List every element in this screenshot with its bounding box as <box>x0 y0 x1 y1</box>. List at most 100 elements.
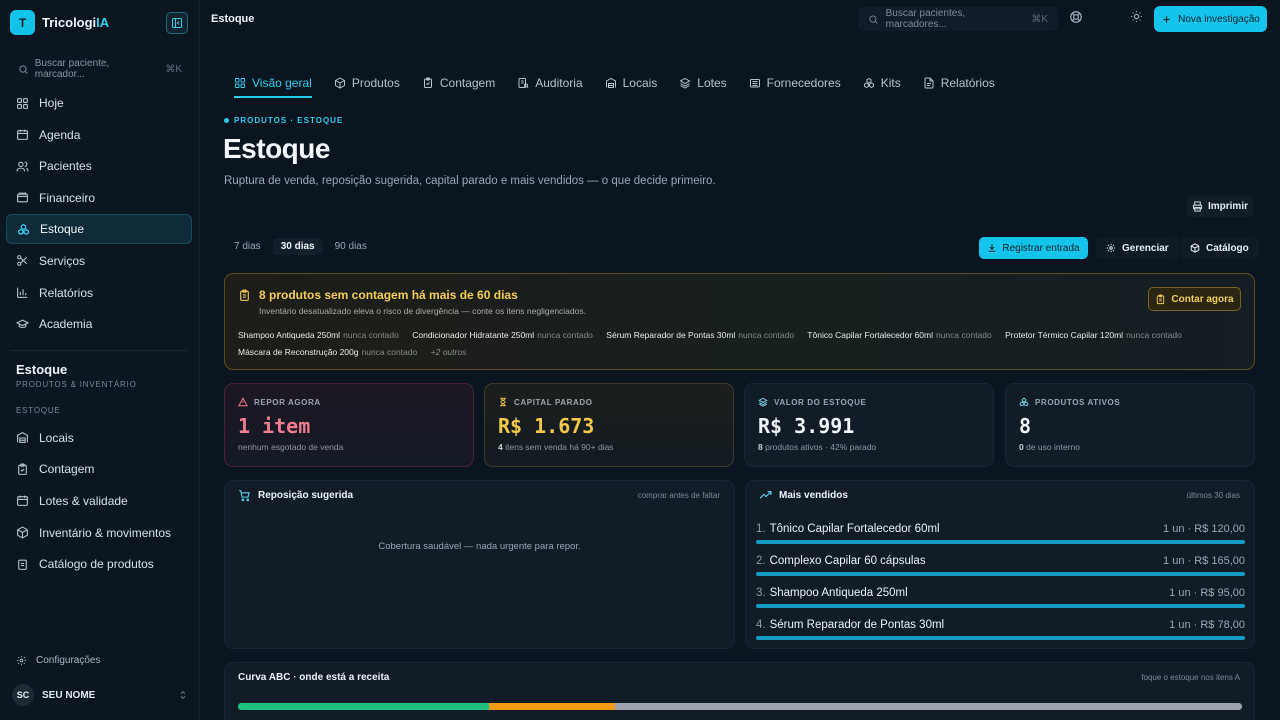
kpi-card-repor-agora[interactable]: REPOR AGORA 1 item nenhum esgotado de ve… <box>224 383 474 467</box>
tab-label: Lotes <box>697 76 727 90</box>
item-status: nunca contado <box>935 330 992 340</box>
tab-label: Auditoria <box>535 76 583 90</box>
sidebar-search-shortcut: ⌘K <box>165 63 182 75</box>
tab-label: Visão geral <box>252 76 312 90</box>
tab-contagem[interactable]: Contagem <box>422 72 495 94</box>
count-now-button[interactable]: Contar agora <box>1148 287 1241 311</box>
tab-auditoria[interactable]: Auditoria <box>517 72 583 94</box>
item-name: Tônico Capilar Fortalecedor 60ml <box>807 330 933 340</box>
eyebrow-text: PRODUTOS · ESTOQUE <box>234 116 344 125</box>
uncounted-item[interactable]: Condicionador Hidratante 250ml nunca cont… <box>412 330 593 340</box>
bestseller-bar <box>756 604 1245 608</box>
uncounted-item[interactable]: Shampoo Antiqueda 250ml nunca contado <box>238 330 399 340</box>
abc-segment-b <box>489 703 615 710</box>
sidebar-search[interactable]: Buscar paciente, marcador... ⌘K <box>10 58 190 80</box>
kpi-note: 0 de uso interno <box>1019 442 1080 452</box>
bestseller-row[interactable]: 2. Complexo Capilar 60 cápsulas 1 un · R$ … <box>756 553 1245 576</box>
kpi-value: R$ 3.991 <box>758 414 855 438</box>
panel-title: Reposição sugerida <box>238 489 353 502</box>
kpi-label-text: VALOR DO ESTOQUE <box>774 397 867 407</box>
plus-icon <box>1163 15 1170 23</box>
range-7-dias[interactable]: 7 dias <box>226 238 269 255</box>
nav-item-estoque[interactable]: Estoque <box>6 214 192 245</box>
uncounted-item[interactable]: Máscara de Reconstrução 200g nunca contad… <box>238 347 417 357</box>
kpi-card-valor-estoque[interactable]: VALOR DO ESTOQUE R$ 3.991 8 produtos ati… <box>744 383 994 467</box>
settings-link[interactable]: Configurações <box>16 655 100 666</box>
nav-item-pacientes[interactable]: Pacientes <box>6 151 192 181</box>
collapse-sidebar-button[interactable] <box>166 12 188 34</box>
bestseller-row[interactable]: 1. Tônico Capilar Fortalecedor 60ml 1 un ·… <box>756 521 1245 544</box>
more-items-link[interactable]: +2 outros <box>431 347 467 357</box>
support-button[interactable] <box>1069 10 1083 24</box>
audit-icon <box>518 78 529 88</box>
tab-locais[interactable]: Locais <box>605 72 657 94</box>
nav-item-relatorios[interactable]: Relatórios <box>6 278 192 308</box>
users-icon <box>16 161 29 172</box>
tab-label: Relatórios <box>940 76 995 90</box>
subnav-item-catalogo[interactable]: Catálogo de produtos <box>6 548 192 580</box>
kpi-label-text: CAPITAL PARADO <box>514 397 593 407</box>
kpi-card-capital-parado[interactable]: CAPITAL PARADO R$ 1.673 4 itens sem vend… <box>484 383 734 467</box>
bestseller-row[interactable]: 3. Shampoo Antiqueda 250ml 1 un · R$ 95,00 <box>756 585 1245 608</box>
user-menu[interactable]: SC SEU NOME <box>12 684 188 706</box>
abc-segment-a <box>238 703 489 710</box>
search-icon <box>869 15 878 24</box>
manage-button[interactable]: Gerenciar <box>1096 237 1179 259</box>
nav-item-hoje[interactable]: Hoje <box>6 88 192 118</box>
abc-segment-c <box>614 703 1242 710</box>
brand[interactable]: T TricologiIA <box>10 10 109 35</box>
register-entry-button[interactable]: Registrar entrada <box>979 237 1088 259</box>
item-name: Protetor Térmico Capilar 120ml <box>1005 330 1124 340</box>
item-status: nunca contado <box>537 330 593 340</box>
range-90-dias[interactable]: 90 dias <box>327 238 375 255</box>
empty-state-message: Cobertura saudável — nada urgente para r… <box>378 541 581 552</box>
sidebar-section-title: Estoque <box>16 362 68 377</box>
restock-panel: Reposição sugerida comprar antes de falt… <box>224 480 735 649</box>
subnav-item-inventario[interactable]: Inventário & movimentos <box>6 517 192 549</box>
range-30-dias[interactable]: 30 dias <box>272 238 323 255</box>
catalog-button[interactable]: Catálogo <box>1180 237 1259 259</box>
item-name: Condicionador Hidratante 250ml <box>412 330 535 340</box>
main-nav: Hoje Agenda Pacientes Financeiro Estoque… <box>6 88 192 341</box>
nav-item-financeiro[interactable]: Financeiro <box>6 183 192 213</box>
item-name: Sérum Reparador de Pontas 30ml <box>606 330 736 340</box>
nav-item-agenda[interactable]: Agenda <box>6 120 192 150</box>
tab-fornecedores[interactable]: Fornecedores <box>749 72 841 94</box>
top-search-input[interactable]: Buscar pacientes, marcadores... ⌘K <box>858 7 1058 31</box>
brand-name: TricologiIA <box>42 15 109 30</box>
nav-item-academia[interactable]: Academia <box>6 309 192 339</box>
sub-nav: Locais Contagem Lotes & validade Inventá… <box>6 422 192 580</box>
kpi-card-produtos-ativos[interactable]: PRODUTOS ATIVOS 8 0 de uso interno <box>1005 383 1255 467</box>
boxes-icon <box>1019 397 1029 407</box>
nav-item-servicos[interactable]: Serviços <box>6 246 192 276</box>
tab-lotes[interactable]: Lotes <box>679 72 727 94</box>
subnav-item-contagem[interactable]: Contagem <box>6 454 192 486</box>
kpi-note-strong: 0 <box>1019 442 1024 452</box>
tab-label: Fornecedores <box>766 76 841 90</box>
subnav-item-lotes-validade[interactable]: Lotes & validade <box>6 485 192 517</box>
tab-relatorios[interactable]: Relatórios <box>923 72 995 94</box>
uncounted-item[interactable]: Protetor Térmico Capilar 120ml nunca cont… <box>1005 330 1182 340</box>
panel-left-icon <box>172 18 182 28</box>
item-status: nunca contado <box>361 347 418 357</box>
item-status: nunca contado <box>1126 330 1182 340</box>
kpi-note-strong: 8 <box>758 442 763 452</box>
package-icon <box>1190 243 1200 253</box>
subnav-item-locais[interactable]: Locais <box>6 422 192 454</box>
bestseller-meta: 1 un · R$ 95,00 <box>1169 587 1245 599</box>
bestseller-info: 3. Shampoo Antiqueda 250ml 1 un · R$ 95,00 <box>756 585 1245 601</box>
uncounted-item[interactable]: Sérum Reparador de Pontas 30ml nunca cont… <box>606 330 794 340</box>
kpi-note-text: produtos ativos · 42% parado <box>765 442 877 452</box>
kpi-note: 8 produtos ativos · 42% parado <box>758 442 876 452</box>
new-investigation-button[interactable]: Nova investigação <box>1154 6 1267 32</box>
uncounted-item[interactable]: Tônico Capilar Fortalecedor 60ml nunca co… <box>807 330 991 340</box>
print-button[interactable]: Imprimir <box>1186 195 1254 217</box>
tab-produtos[interactable]: Produtos <box>334 72 400 94</box>
tab-visao-geral[interactable]: Visão geral <box>234 72 312 98</box>
bestsellers-panel: Mais vendidos últimos 30 dias 1. Tônico C… <box>745 480 1255 649</box>
bestseller-row[interactable]: 4. Sérum Reparador de Pontas 30ml 1 un · R… <box>756 617 1245 640</box>
bestseller-rank: 2. <box>756 555 766 567</box>
tab-kits[interactable]: Kits <box>863 72 901 94</box>
theme-toggle-button[interactable] <box>1130 10 1143 23</box>
kpi-value: R$ 1.673 <box>498 414 595 438</box>
